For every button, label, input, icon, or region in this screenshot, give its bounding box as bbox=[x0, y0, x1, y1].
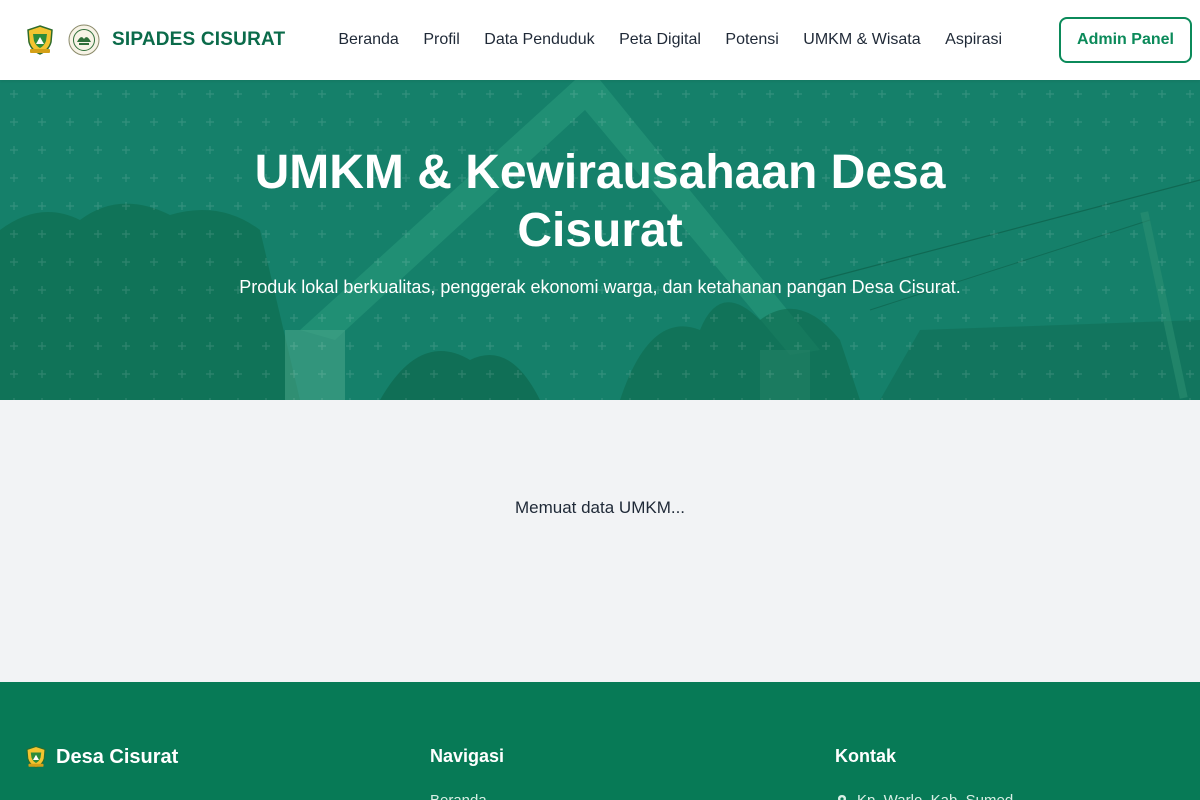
umkm-content-area: Memuat data UMKM... bbox=[0, 400, 1200, 682]
regency-emblem-icon bbox=[24, 744, 48, 770]
page-subtitle: Produk lokal berkualitas, penggerak ekon… bbox=[239, 277, 961, 297]
top-navbar: SIPADES CISURAT Beranda Profil Data Pend… bbox=[0, 0, 1200, 80]
location-pin-icon bbox=[835, 794, 849, 800]
nav-link-beranda[interactable]: Beranda bbox=[338, 31, 399, 49]
footer-contact-heading: Kontak bbox=[835, 746, 897, 766]
village-seal-icon bbox=[68, 24, 100, 56]
nav-link-umkm-wisata[interactable]: UMKM & Wisata bbox=[803, 31, 920, 49]
nav-link-peta-digital[interactable]: Peta Digital bbox=[619, 31, 701, 49]
page-title: UMKM & Kewirausahaan Desa Cisurat bbox=[254, 146, 946, 257]
site-footer: Desa Cisurat Navigasi Kontak Beranda Kp.… bbox=[0, 682, 1200, 800]
footer-contact-address: Kp. Warlo, Kab. Sumed bbox=[835, 792, 1013, 800]
footer-nav-link-beranda[interactable]: Beranda bbox=[430, 792, 487, 800]
nav-link-data-penduduk[interactable]: Data Penduduk bbox=[484, 31, 594, 49]
loading-message: Memuat data UMKM... bbox=[514, 498, 686, 517]
footer-address-text: Kp. Warlo, Kab. Sumed bbox=[857, 792, 1013, 800]
footer-brand-name: Desa Cisurat bbox=[56, 745, 179, 768]
nav-link-aspirasi[interactable]: Aspirasi bbox=[945, 31, 1002, 49]
brand-title: SIPADES CISURAT bbox=[112, 29, 286, 50]
nav-link-potensi[interactable]: Potensi bbox=[725, 31, 778, 49]
regency-emblem-icon bbox=[24, 24, 56, 56]
hero-banner: UMKM & Kewirausahaan Desa Cisurat Produk… bbox=[0, 80, 1200, 400]
main-nav: Beranda Profil Data Penduduk Peta Digita… bbox=[338, 31, 1002, 49]
footer-nav-heading: Navigasi bbox=[430, 746, 505, 766]
footer-brand: Desa Cisurat bbox=[24, 744, 178, 770]
logo-group[interactable]: SIPADES CISURAT bbox=[24, 24, 285, 56]
nav-link-profil[interactable]: Profil bbox=[423, 31, 459, 49]
admin-panel-button[interactable]: Admin Panel bbox=[1059, 17, 1192, 63]
